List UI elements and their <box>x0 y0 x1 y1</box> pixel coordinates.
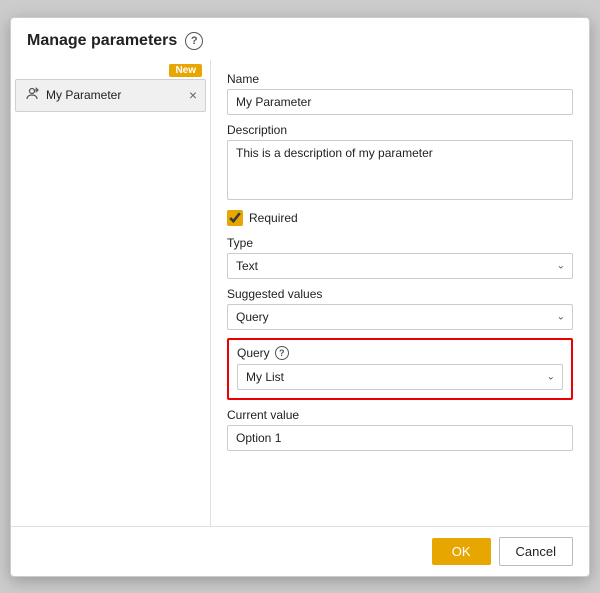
dialog-footer: OK Cancel <box>11 526 589 576</box>
new-badge-row: New <box>11 60 210 79</box>
query-select-wrapper: My List ⌄ <box>237 364 563 390</box>
suggested-field-group: Suggested values Query ⌄ <box>227 287 573 330</box>
parameter-icon <box>24 86 40 105</box>
query-label: Query <box>237 346 270 360</box>
type-select-wrapper: Text ⌄ <box>227 253 573 279</box>
ok-button[interactable]: OK <box>432 538 491 565</box>
description-input[interactable]: This is a description of my parameter <box>227 140 573 200</box>
type-label: Type <box>227 236 573 250</box>
cancel-button[interactable]: Cancel <box>499 537 573 566</box>
name-input[interactable] <box>227 89 573 115</box>
required-label: Required <box>249 211 298 225</box>
suggested-label: Suggested values <box>227 287 573 301</box>
description-label: Description <box>227 123 573 137</box>
suggested-select[interactable]: Query <box>227 304 573 330</box>
right-panel: Name Description This is a description o… <box>211 60 589 526</box>
required-checkbox[interactable] <box>227 210 243 226</box>
current-value-input[interactable] <box>227 425 573 451</box>
query-section: Query ? My List ⌄ <box>227 338 573 400</box>
query-select[interactable]: My List <box>237 364 563 390</box>
current-value-field-group: Current value <box>227 408 573 451</box>
type-field-group: Type Text ⌄ <box>227 236 573 279</box>
dialog-body: New My Parameter × Na <box>11 60 589 526</box>
current-value-label: Current value <box>227 408 573 422</box>
parameter-item[interactable]: My Parameter × <box>15 79 206 112</box>
name-field-group: Name <box>227 72 573 115</box>
description-field-group: Description This is a description of my … <box>227 123 573 200</box>
dialog-help-icon[interactable]: ? <box>185 32 203 50</box>
query-label-row: Query ? <box>237 346 563 360</box>
query-help-icon[interactable]: ? <box>275 346 289 360</box>
parameter-close-icon[interactable]: × <box>189 88 197 102</box>
name-label: Name <box>227 72 573 86</box>
parameter-name: My Parameter <box>46 88 189 102</box>
manage-parameters-dialog: Manage parameters ? New My Paramete <box>10 17 590 577</box>
dialog-title: Manage parameters <box>27 32 177 50</box>
dialog-header: Manage parameters ? <box>11 18 589 60</box>
new-badge: New <box>169 64 202 77</box>
type-select[interactable]: Text <box>227 253 573 279</box>
required-row: Required <box>227 210 573 226</box>
left-panel: New My Parameter × <box>11 60 211 526</box>
suggested-select-wrapper: Query ⌄ <box>227 304 573 330</box>
